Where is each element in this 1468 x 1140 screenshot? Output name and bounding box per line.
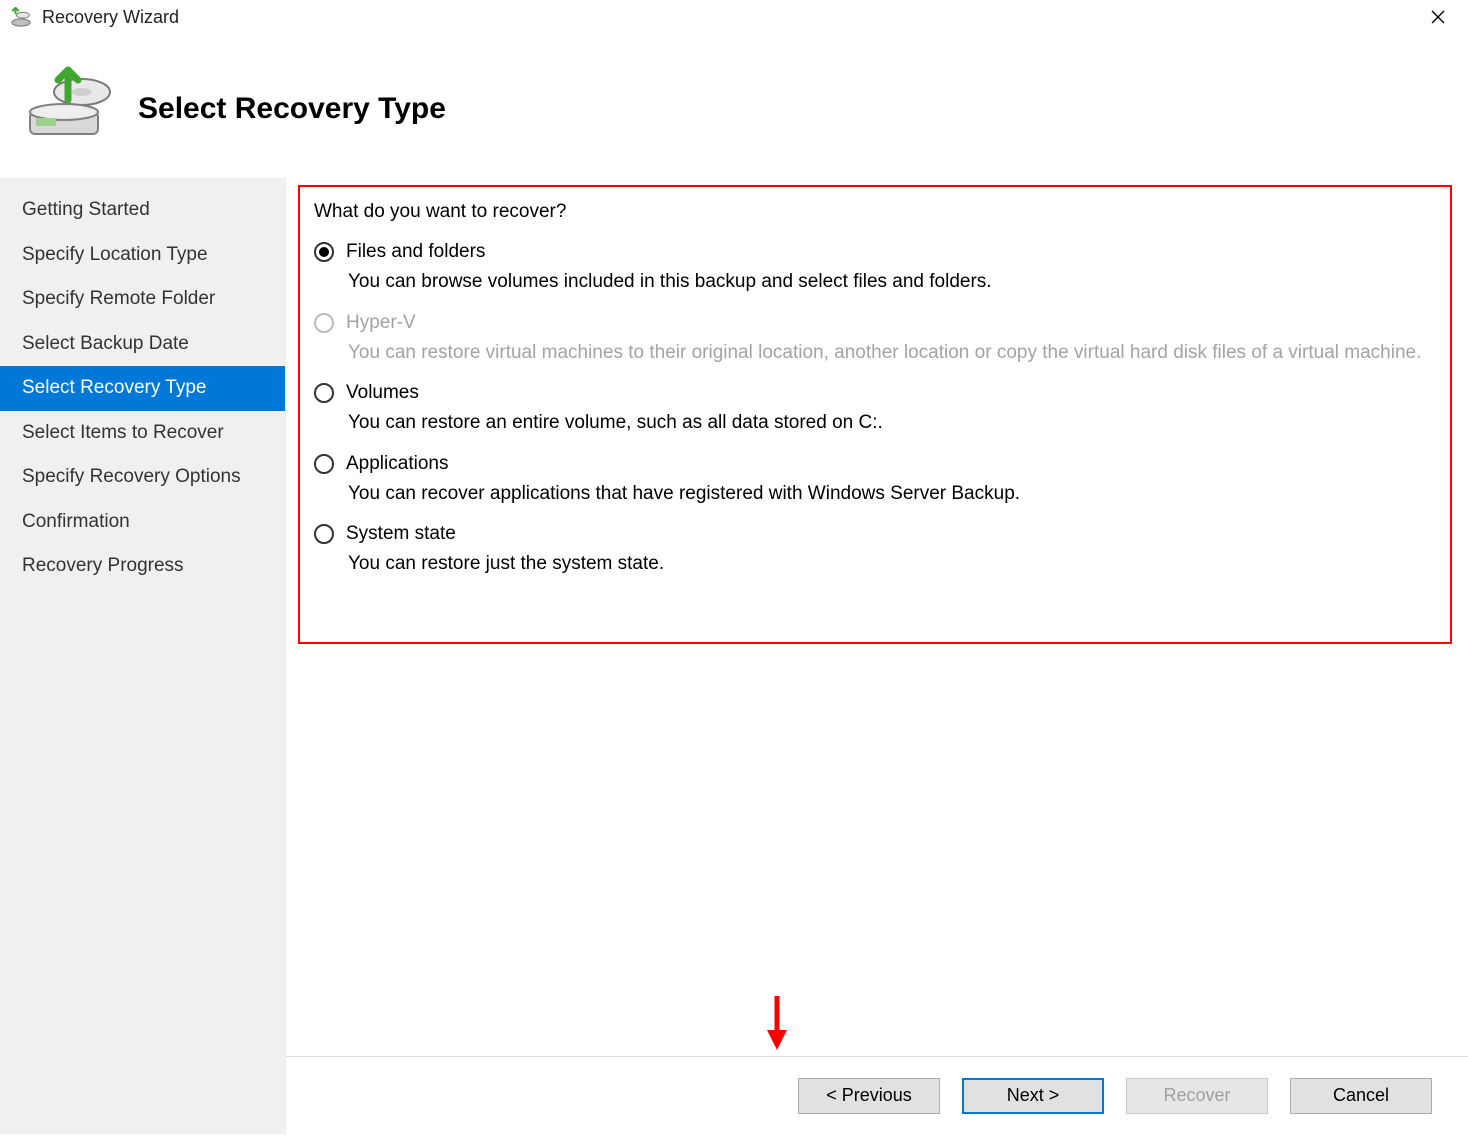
step-specify-remote-folder[interactable]: Specify Remote Folder [0, 277, 285, 322]
wizard-content: What do you want to recover? Files and f… [285, 178, 1468, 1134]
radio-files-and-folders[interactable] [314, 242, 334, 262]
step-select-backup-date[interactable]: Select Backup Date [0, 322, 285, 367]
step-confirmation[interactable]: Confirmation [0, 500, 285, 545]
cancel-button[interactable]: Cancel [1290, 1078, 1432, 1114]
option-hyper-v: Hyper-V You can restore virtual machines… [312, 312, 1438, 367]
option-description: You can recover applications that have r… [348, 481, 1438, 508]
radio-hyper-v [314, 313, 334, 333]
annotation-highlight-box: What do you want to recover? Files and f… [298, 185, 1452, 644]
option-description: You can browse volumes included in this … [348, 269, 1438, 296]
step-specify-recovery-options[interactable]: Specify Recovery Options [0, 455, 285, 500]
next-button[interactable]: Next > [962, 1078, 1104, 1114]
option-label: Hyper-V [346, 312, 416, 334]
close-button[interactable] [1416, 2, 1460, 32]
option-system-state[interactable]: System state You can restore just the sy… [312, 523, 1438, 578]
radio-volumes[interactable] [314, 383, 334, 403]
option-description: You can restore an entire volume, such a… [348, 410, 1438, 437]
page-title: Select Recovery Type [138, 92, 446, 126]
recover-button: Recover [1126, 1078, 1268, 1114]
option-label: Files and folders [346, 241, 485, 263]
previous-button[interactable]: < Previous [798, 1078, 940, 1114]
window-title: Recovery Wizard [42, 7, 1416, 28]
recovery-question: What do you want to recover? [314, 201, 1438, 223]
option-label: Applications [346, 453, 448, 475]
wizard-body: Getting Started Specify Location Type Sp… [0, 178, 1468, 1134]
radio-applications[interactable] [314, 454, 334, 474]
option-label: Volumes [346, 382, 419, 404]
step-specify-location-type[interactable]: Specify Location Type [0, 233, 285, 278]
option-applications[interactable]: Applications You can recover application… [312, 453, 1438, 508]
step-select-recovery-type[interactable]: Select Recovery Type [0, 366, 285, 411]
title-bar: Recovery Wizard [0, 0, 1468, 34]
option-volumes[interactable]: Volumes You can restore an entire volume… [312, 382, 1438, 437]
annotation-arrow-icon [765, 992, 789, 1052]
option-description: You can restore just the system state. [348, 551, 1438, 578]
option-files-and-folders[interactable]: Files and folders You can browse volumes… [312, 241, 1438, 296]
wizard-footer: < Previous Next > Recover Cancel [286, 1056, 1468, 1134]
wizard-header-icon [22, 56, 118, 152]
wizard-header: Select Recovery Type [0, 34, 1468, 178]
step-getting-started[interactable]: Getting Started [0, 188, 285, 233]
step-select-items-to-recover[interactable]: Select Items to Recover [0, 411, 285, 456]
option-label: System state [346, 523, 456, 545]
wizard-steps-sidebar: Getting Started Specify Location Type Sp… [0, 178, 285, 1134]
app-icon [10, 6, 32, 28]
option-description: You can restore virtual machines to thei… [348, 340, 1438, 367]
step-recovery-progress[interactable]: Recovery Progress [0, 544, 285, 589]
close-icon [1430, 9, 1446, 25]
radio-system-state[interactable] [314, 524, 334, 544]
